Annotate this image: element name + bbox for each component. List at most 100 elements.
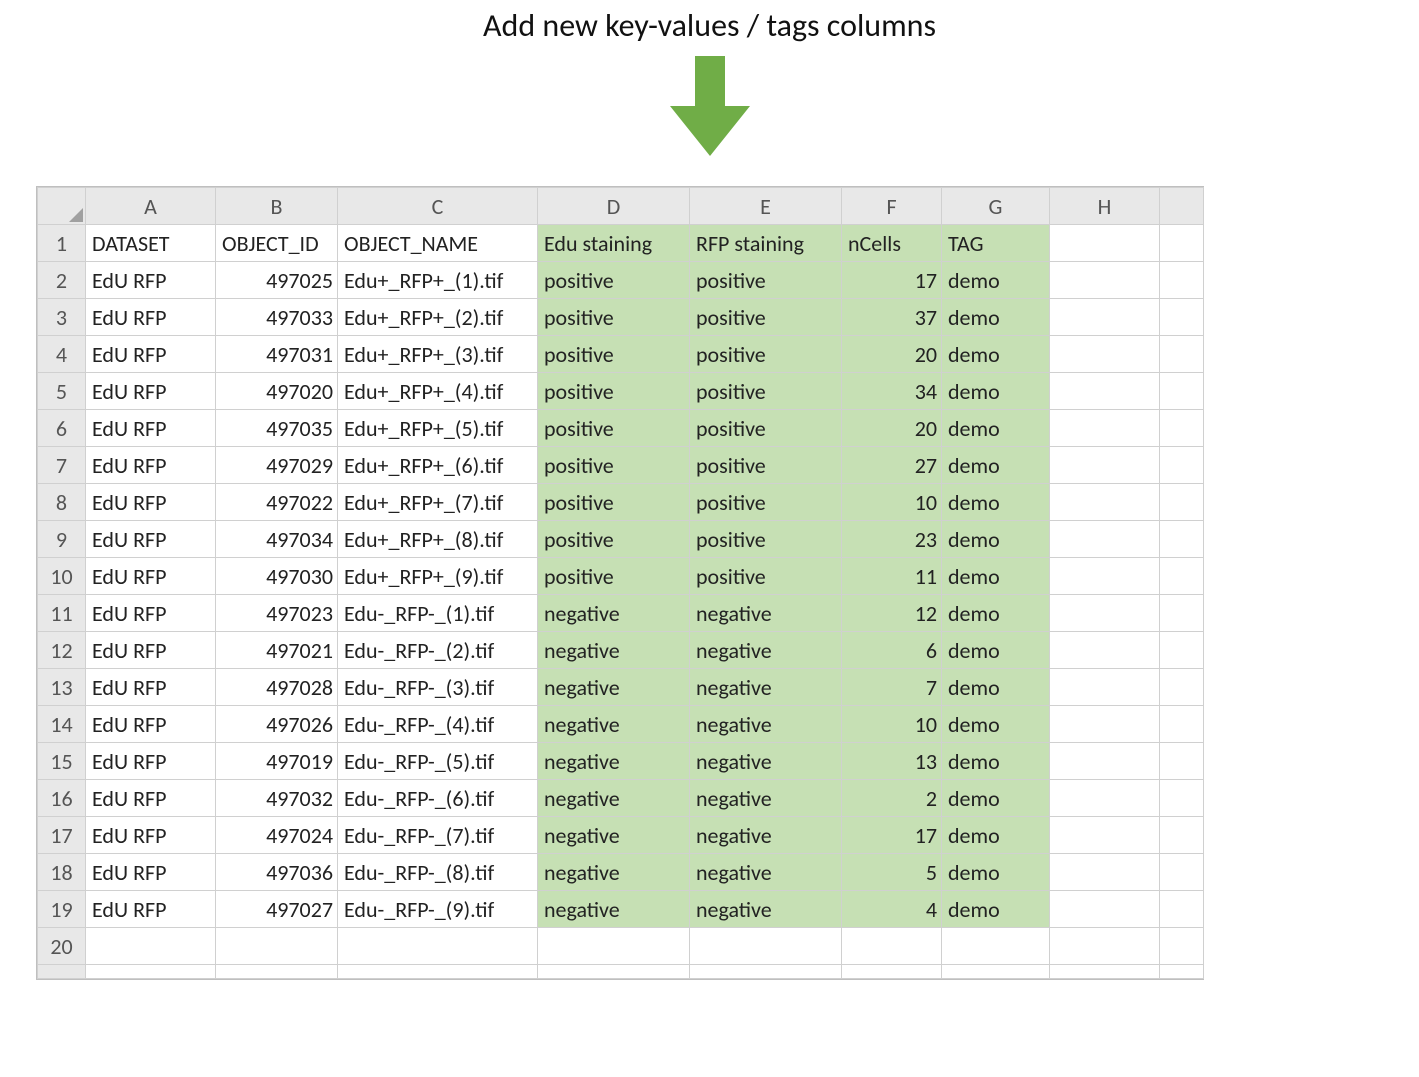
cell[interactable]: EdU RFP	[86, 521, 216, 558]
cell[interactable]: negative	[538, 780, 690, 817]
cell[interactable]: positive	[690, 299, 842, 336]
cell[interactable]: 497026	[216, 706, 338, 743]
row-header[interactable]: 18	[38, 854, 86, 891]
row-header[interactable]: 5	[38, 373, 86, 410]
cell[interactable]	[1160, 595, 1204, 632]
column-header-F[interactable]: F	[842, 188, 942, 225]
row-header[interactable]: 2	[38, 262, 86, 299]
cell[interactable]: Edu+_RFP+_(6).tif	[338, 447, 538, 484]
row-header[interactable]: 19	[38, 891, 86, 928]
cell[interactable]	[538, 965, 690, 979]
cell[interactable]	[338, 965, 538, 979]
cell[interactable]: EdU RFP	[86, 447, 216, 484]
row-header[interactable]: 6	[38, 410, 86, 447]
cell[interactable]: negative	[538, 743, 690, 780]
cell[interactable]	[1160, 780, 1204, 817]
row-header[interactable]: 17	[38, 817, 86, 854]
cell[interactable]	[1160, 632, 1204, 669]
cell[interactable]: EdU RFP	[86, 743, 216, 780]
cell[interactable]: TAG	[942, 225, 1050, 262]
cell[interactable]: demo	[942, 854, 1050, 891]
cell[interactable]	[1050, 336, 1160, 373]
cell[interactable]: positive	[538, 521, 690, 558]
cell[interactable]	[1160, 854, 1204, 891]
row-header[interactable]: 9	[38, 521, 86, 558]
cell[interactable]: demo	[942, 484, 1050, 521]
cell[interactable]	[690, 928, 842, 965]
cell[interactable]	[1050, 410, 1160, 447]
cell[interactable]	[1050, 225, 1160, 262]
cell[interactable]: DATASET	[86, 225, 216, 262]
cell[interactable]: EdU RFP	[86, 780, 216, 817]
cell[interactable]: demo	[942, 632, 1050, 669]
column-header-G[interactable]: G	[942, 188, 1050, 225]
cell[interactable]: demo	[942, 373, 1050, 410]
column-header-blank[interactable]	[1160, 188, 1204, 225]
row-header[interactable]: 1	[38, 225, 86, 262]
cell[interactable]: negative	[690, 743, 842, 780]
cell[interactable]: Edu+_RFP+_(2).tif	[338, 299, 538, 336]
cell[interactable]: EdU RFP	[86, 558, 216, 595]
row-header[interactable]: 20	[38, 928, 86, 965]
cell[interactable]: 497032	[216, 780, 338, 817]
cell[interactable]: 497028	[216, 669, 338, 706]
cell[interactable]	[1160, 336, 1204, 373]
cell[interactable]: positive	[690, 484, 842, 521]
cell[interactable]	[1160, 669, 1204, 706]
cell[interactable]	[1160, 299, 1204, 336]
cell[interactable]	[1160, 262, 1204, 299]
cell[interactable]: positive	[538, 558, 690, 595]
cell[interactable]: negative	[690, 817, 842, 854]
cell[interactable]: Edu+_RFP+_(5).tif	[338, 410, 538, 447]
row-header[interactable]: 8	[38, 484, 86, 521]
cell[interactable]: negative	[538, 632, 690, 669]
cell[interactable]: demo	[942, 706, 1050, 743]
cell[interactable]: 13	[842, 743, 942, 780]
row-header[interactable]: 11	[38, 595, 86, 632]
cell[interactable]	[1160, 225, 1204, 262]
row-header[interactable]: 13	[38, 669, 86, 706]
cell[interactable]: 20	[842, 410, 942, 447]
cell[interactable]: 6	[842, 632, 942, 669]
cell[interactable]: 497025	[216, 262, 338, 299]
cell[interactable]: negative	[690, 632, 842, 669]
cell[interactable]: 497034	[216, 521, 338, 558]
cell[interactable]: negative	[538, 595, 690, 632]
cell[interactable]	[842, 965, 942, 979]
column-header-B[interactable]: B	[216, 188, 338, 225]
cell[interactable]: demo	[942, 817, 1050, 854]
cell[interactable]	[1160, 410, 1204, 447]
cell[interactable]: 17	[842, 817, 942, 854]
cell[interactable]: 497022	[216, 484, 338, 521]
cell[interactable]: EdU RFP	[86, 632, 216, 669]
row-header[interactable]: 3	[38, 299, 86, 336]
cell[interactable]: Edu staining	[538, 225, 690, 262]
cell[interactable]	[1050, 743, 1160, 780]
cell[interactable]: 497036	[216, 854, 338, 891]
cell[interactable]: Edu+_RFP+_(7).tif	[338, 484, 538, 521]
cell[interactable]: Edu-_RFP-_(8).tif	[338, 854, 538, 891]
cell[interactable]: 5	[842, 854, 942, 891]
cell[interactable]: EdU RFP	[86, 595, 216, 632]
cell[interactable]: demo	[942, 743, 1050, 780]
cell[interactable]: 20	[842, 336, 942, 373]
cell[interactable]: 12	[842, 595, 942, 632]
cell[interactable]	[216, 928, 338, 965]
cell[interactable]: 11	[842, 558, 942, 595]
cell[interactable]	[1050, 447, 1160, 484]
cell[interactable]: EdU RFP	[86, 410, 216, 447]
row-header[interactable]: 12	[38, 632, 86, 669]
cell[interactable]: EdU RFP	[86, 336, 216, 373]
cell[interactable]: Edu-_RFP-_(2).tif	[338, 632, 538, 669]
cell[interactable]	[1160, 373, 1204, 410]
cell[interactable]: demo	[942, 336, 1050, 373]
column-header-C[interactable]: C	[338, 188, 538, 225]
cell[interactable]: 34	[842, 373, 942, 410]
cell[interactable]: 37	[842, 299, 942, 336]
cell[interactable]: negative	[690, 780, 842, 817]
cell[interactable]	[942, 928, 1050, 965]
cell[interactable]: Edu+_RFP+_(3).tif	[338, 336, 538, 373]
cell[interactable]	[690, 965, 842, 979]
cell[interactable]: Edu-_RFP-_(5).tif	[338, 743, 538, 780]
cell[interactable]: demo	[942, 262, 1050, 299]
